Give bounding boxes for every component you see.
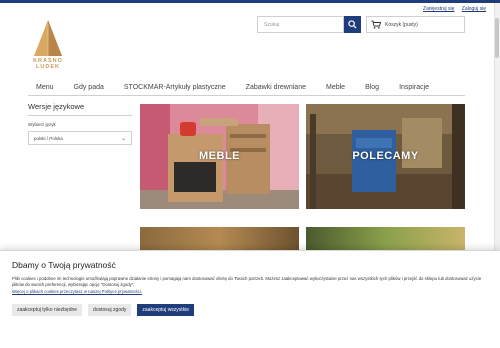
language-select[interactable]: polski / Polska ⌄ bbox=[28, 131, 132, 145]
category-tile-4[interactable] bbox=[306, 227, 465, 251]
search-icon bbox=[348, 20, 357, 29]
account-links: Zarejestruj się Zaloguj się bbox=[417, 6, 486, 12]
language-title: Wersje językowe bbox=[28, 102, 132, 116]
cart-button[interactable]: Koszyk (pusty) bbox=[366, 16, 465, 33]
search-input[interactable]: Szukaj bbox=[257, 16, 344, 33]
search-button[interactable] bbox=[344, 16, 361, 33]
top-accent-bar bbox=[0, 0, 500, 3]
nav-item-zabawki[interactable]: Zabawki drewniane bbox=[236, 82, 316, 95]
nav-item-blog[interactable]: Blog bbox=[355, 82, 389, 95]
category-tile-meble[interactable]: MEBLE bbox=[140, 104, 299, 209]
login-link[interactable]: Zaloguj się bbox=[462, 6, 486, 12]
cookie-title: Dbamy o Twoją prywatność bbox=[12, 260, 116, 270]
category-tile-3[interactable] bbox=[140, 227, 299, 251]
customize-consents-button[interactable]: dostosuj zgody bbox=[88, 304, 132, 316]
cookie-actions: zaakceptuj tylko niezbędne dostosuj zgod… bbox=[12, 304, 488, 316]
category-tile-polecamy[interactable]: POLECAMY bbox=[306, 104, 465, 209]
cookie-text: Pliki cookies i podobne im technologie u… bbox=[12, 276, 482, 287]
accept-all-button[interactable]: zaakceptuj wszystkie bbox=[137, 304, 195, 316]
nav-item-gdy-pada[interactable]: Gdy pada bbox=[64, 82, 114, 95]
cart-label: Koszyk (pusty) bbox=[385, 21, 418, 28]
main-nav: Menu Gdy pada STOCKMAR-Artykuły plastycz… bbox=[28, 82, 465, 96]
language-label: Wybierz język bbox=[28, 122, 56, 127]
logo-line-2: LUDEK bbox=[36, 64, 60, 70]
cart-icon bbox=[371, 20, 381, 29]
tile-label-polecamy: POLECAMY bbox=[352, 150, 419, 162]
sidebar: Wersje językowe Wybierz język polski / P… bbox=[28, 102, 132, 145]
chevron-down-icon: ⌄ bbox=[120, 136, 126, 142]
tile-label-meble: MEBLE bbox=[199, 150, 240, 162]
cookie-banner: Dbamy o Twoją prywatność Pliki cookies i… bbox=[0, 250, 500, 348]
logo-text: KRASNO LUDEK bbox=[28, 58, 68, 70]
nav-item-menu[interactable]: Menu bbox=[28, 82, 64, 95]
accept-necessary-button[interactable]: zaakceptuj tylko niezbędne bbox=[12, 304, 83, 316]
language-selected: polski / Polska bbox=[34, 136, 63, 141]
scrollbar-thumb[interactable] bbox=[495, 18, 499, 58]
privacy-policy-link[interactable]: Więcej o plikach cookies przeczytasz w n… bbox=[12, 289, 488, 294]
nav-item-inspiracje[interactable]: Inspiracje bbox=[389, 82, 439, 95]
nav-item-meble[interactable]: Meble bbox=[316, 82, 355, 95]
nav-item-stockmar[interactable]: STOCKMAR-Artykuły plastyczne bbox=[114, 82, 236, 95]
register-link[interactable]: Zarejestruj się bbox=[423, 6, 454, 12]
